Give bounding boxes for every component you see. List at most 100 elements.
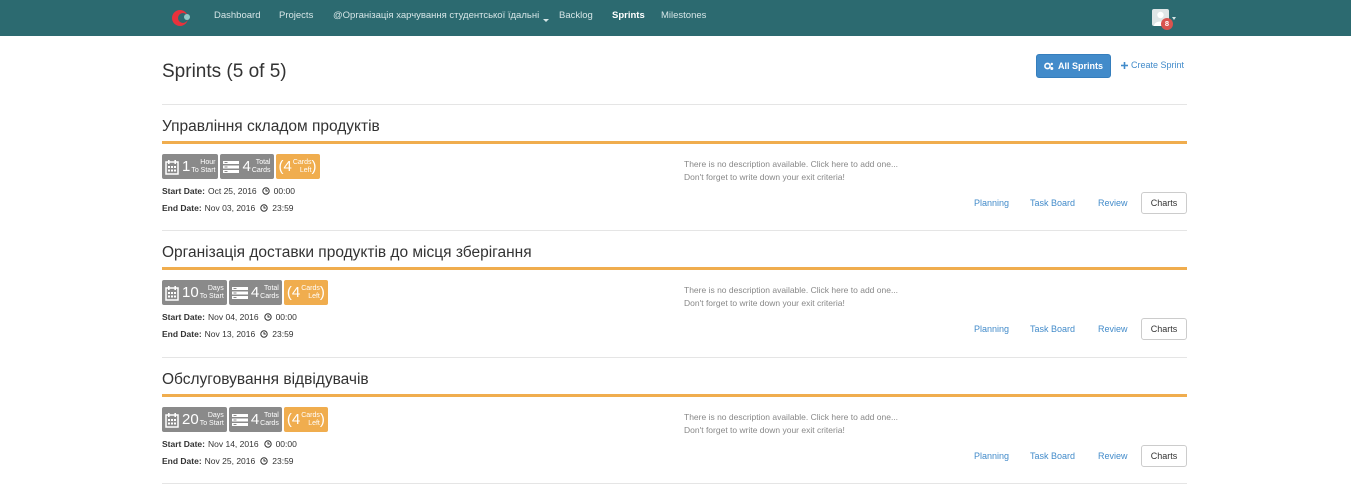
page-title: Sprints (5 of 5) bbox=[162, 61, 287, 82]
left-value: 4 bbox=[283, 158, 292, 175]
sprint-labels: 1 Hour To Start 4 Total Cards ( 4 Cards Lef… bbox=[162, 154, 320, 179]
end-date-value: Nov 13, 2016 bbox=[204, 329, 256, 339]
start-date: Start Date: Nov 14, 2016 00:00 bbox=[162, 439, 297, 449]
end-date-value: Nov 03, 2016 bbox=[204, 203, 256, 213]
nav-backlog[interactable]: Backlog bbox=[559, 10, 593, 21]
left-unit: Cards bbox=[301, 284, 320, 292]
all-sprints-label: All Sprints bbox=[1057, 61, 1103, 71]
time-suffix: To Start bbox=[199, 292, 224, 300]
calendar-icon bbox=[165, 285, 179, 301]
time-value: 10 bbox=[182, 284, 199, 301]
total-suffix: Cards bbox=[260, 292, 279, 300]
sprint-labels: 20 Days To Start 4 Total Cards ( 4 Cards Le… bbox=[162, 407, 328, 432]
left-suffix: Left bbox=[299, 166, 312, 174]
total-cards-label: 4 Total Cards bbox=[228, 407, 282, 432]
start-date: Start Date: Nov 04, 2016 00:00 bbox=[162, 312, 297, 322]
all-sprints-button[interactable]: All Sprints bbox=[1036, 54, 1111, 78]
exit-criteria-hint[interactable]: Don't forget to write down your exit cri… bbox=[684, 298, 845, 308]
time-to-start-label: 10 Days To Start bbox=[162, 280, 227, 305]
end-time-value: 23:59 bbox=[272, 203, 294, 213]
start-date-value: Oct 25, 2016 bbox=[207, 186, 257, 196]
nav-dashboard[interactable]: Dashboard bbox=[214, 10, 260, 21]
end-time-value: 23:59 bbox=[272, 329, 294, 339]
left-suffix: Left bbox=[308, 292, 320, 300]
sprint-card: Організація доставки продуктів до місця … bbox=[162, 230, 1187, 356]
end-date: End Date: Nov 25, 2016 23:59 bbox=[162, 456, 294, 466]
task-board-link[interactable]: Task Board bbox=[1030, 198, 1075, 208]
end-time-value: 23:59 bbox=[272, 456, 294, 466]
user-menu[interactable]: 8 bbox=[1151, 8, 1177, 30]
clock-icon bbox=[263, 440, 272, 448]
planning-link[interactable]: Planning bbox=[974, 451, 1009, 461]
total-unit: Total bbox=[264, 411, 279, 419]
start-time-value: 00:00 bbox=[275, 312, 297, 322]
sprint-underline bbox=[162, 267, 1187, 270]
clock-icon bbox=[260, 457, 268, 465]
sprint-underline bbox=[162, 394, 1187, 397]
time-value: 20 bbox=[182, 411, 199, 428]
exit-criteria-hint[interactable]: Don't forget to write down your exit cri… bbox=[684, 425, 845, 435]
start-date-label: Start Date: bbox=[162, 186, 205, 196]
cards-icon bbox=[231, 286, 248, 299]
cards-left-label: ( 4 Cards Left ) bbox=[275, 154, 320, 179]
start-date: Start Date: Oct 25, 2016 00:00 bbox=[162, 186, 295, 196]
left-unit: Cards bbox=[301, 411, 320, 419]
nav-project-dropdown[interactable]: @Організація харчування студентської їда… bbox=[333, 10, 550, 22]
left-unit: Cards bbox=[292, 158, 312, 166]
total-value: 4 bbox=[250, 284, 260, 301]
charts-button[interactable]: Charts bbox=[1141, 318, 1187, 340]
sprint-name[interactable]: Організація доставки продуктів до місця … bbox=[162, 244, 532, 262]
clock-icon bbox=[263, 313, 272, 321]
sprint-card: Обслуговування відвідувачів 20 Days To St… bbox=[162, 357, 1187, 483]
nav-milestones[interactable]: Milestones bbox=[661, 10, 706, 21]
app-logo-icon[interactable] bbox=[170, 6, 194, 30]
cards-icon bbox=[223, 160, 240, 173]
sprint-description[interactable]: There is no description available. Click… bbox=[684, 285, 898, 295]
left-suffix: Left bbox=[308, 419, 320, 427]
task-board-link[interactable]: Task Board bbox=[1030, 451, 1075, 461]
end-date: End Date: Nov 03, 2016 23:59 bbox=[162, 203, 294, 213]
start-date-value: Nov 14, 2016 bbox=[207, 439, 259, 449]
planning-link[interactable]: Planning bbox=[974, 198, 1009, 208]
total-unit: Total bbox=[264, 284, 279, 292]
total-value: 4 bbox=[242, 158, 251, 175]
end-date: End Date: Nov 13, 2016 23:59 bbox=[162, 329, 294, 339]
plus-icon bbox=[1121, 61, 1128, 69]
sprint-underline bbox=[162, 141, 1187, 144]
end-date-label: End Date: bbox=[162, 203, 202, 213]
time-unit: Days bbox=[207, 411, 224, 419]
chevron-down-icon bbox=[1172, 17, 1176, 20]
sprint-name[interactable]: Управління складом продуктів bbox=[162, 118, 380, 136]
task-board-link[interactable]: Task Board bbox=[1030, 324, 1075, 334]
review-link[interactable]: Review bbox=[1098, 324, 1128, 334]
clock-icon bbox=[261, 187, 270, 195]
sprint-description[interactable]: There is no description available. Click… bbox=[684, 412, 898, 422]
nav-projects[interactable]: Projects bbox=[279, 10, 313, 21]
time-to-start-label: 1 Hour To Start bbox=[162, 154, 219, 179]
sprint-name[interactable]: Обслуговування відвідувачів bbox=[162, 371, 369, 389]
cards-left-label: ( 4 Cards Left ) bbox=[283, 280, 328, 305]
exit-criteria-hint[interactable]: Don't forget to write down your exit cri… bbox=[684, 172, 845, 182]
clock-icon bbox=[260, 204, 268, 212]
calendar-icon bbox=[165, 412, 179, 428]
sprint-labels: 10 Days To Start 4 Total Cards ( 4 Cards Le… bbox=[162, 280, 328, 305]
total-value: 4 bbox=[250, 411, 260, 428]
charts-label: Charts bbox=[1150, 198, 1178, 208]
time-suffix: To Start bbox=[199, 419, 224, 427]
charts-label: Charts bbox=[1150, 324, 1178, 334]
charts-button[interactable]: Charts bbox=[1141, 192, 1187, 214]
nav-sprints[interactable]: Sprints bbox=[612, 10, 645, 21]
time-suffix: To Start bbox=[191, 166, 216, 174]
cards-icon bbox=[231, 413, 248, 426]
time-to-start-label: 20 Days To Start bbox=[162, 407, 227, 432]
planning-link[interactable]: Planning bbox=[974, 324, 1009, 334]
total-suffix: Cards bbox=[251, 166, 271, 174]
create-sprint-link[interactable]: Create Sprint bbox=[1121, 60, 1184, 70]
charts-button[interactable]: Charts bbox=[1141, 445, 1187, 467]
review-link[interactable]: Review bbox=[1098, 451, 1128, 461]
clock-icon bbox=[260, 330, 268, 338]
sprint-description[interactable]: There is no description available. Click… bbox=[684, 159, 898, 169]
review-link[interactable]: Review bbox=[1098, 198, 1128, 208]
chevron-down-icon bbox=[543, 19, 550, 22]
start-date-value: Nov 04, 2016 bbox=[207, 312, 259, 322]
